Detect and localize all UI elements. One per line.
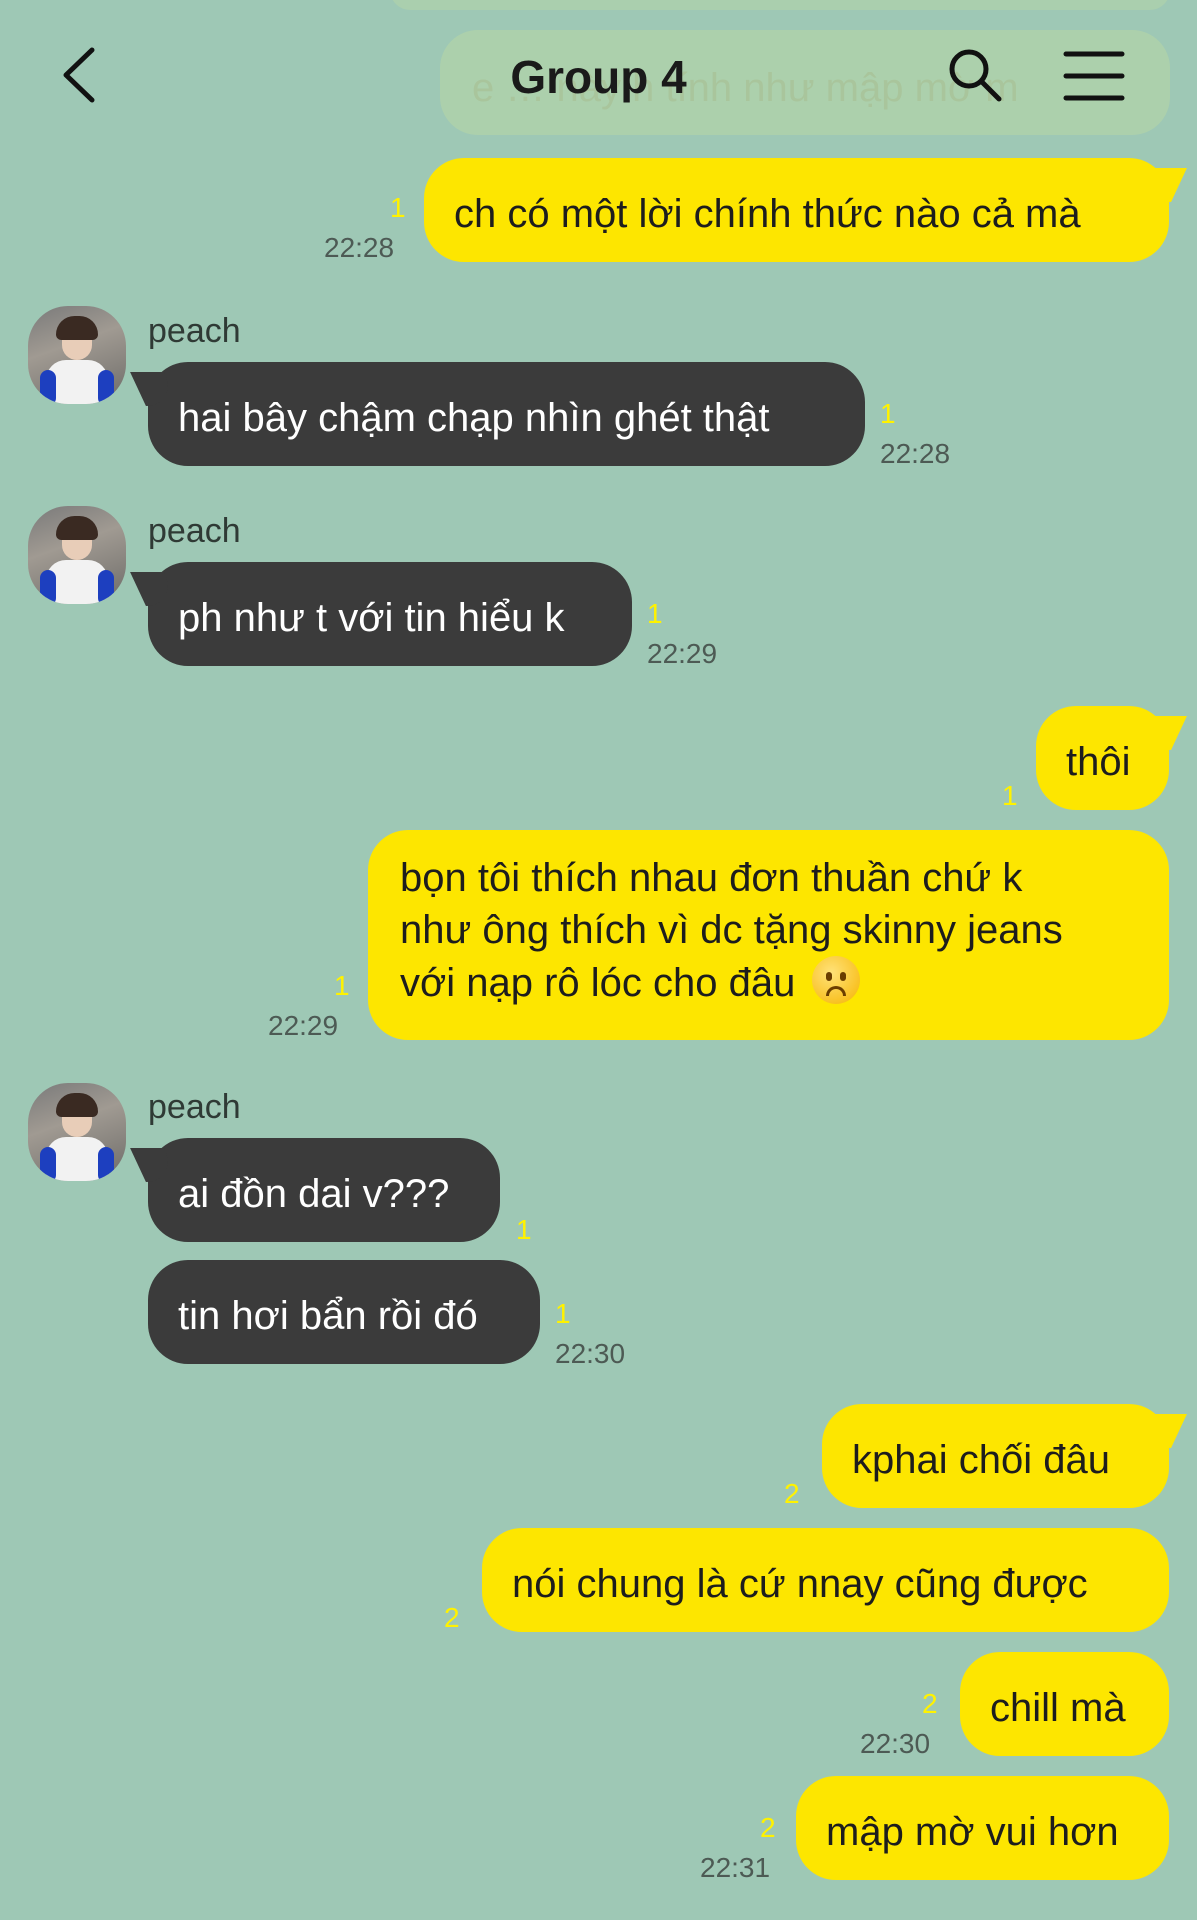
- unread-count: 1: [555, 1298, 571, 1329]
- message-text: thôi: [1066, 740, 1131, 784]
- message-time: 22:31: [700, 1852, 771, 1883]
- avatar[interactable]: [28, 506, 126, 604]
- unread-count: 1: [516, 1214, 532, 1245]
- my-message-bubble[interactable]: bọn tôi thích nhau đơn thuần chứ k như ô…: [368, 830, 1169, 1040]
- frowning-face-emoji-icon: [812, 956, 861, 1004]
- my-message-bubble[interactable]: chill mà: [960, 1652, 1169, 1756]
- unread-count: 1: [334, 970, 350, 1001]
- chat-header: e … này h tính như mập mờ m Group 4: [0, 0, 1197, 155]
- search-button[interactable]: [945, 45, 1005, 105]
- message-time: 22:30: [555, 1338, 626, 1369]
- message-text: chill mà: [990, 1686, 1126, 1730]
- sender-name: peach: [148, 512, 241, 550]
- message-line: với nạp rô lóc cho đâu: [400, 961, 796, 1005]
- message-time: 22:29: [647, 638, 718, 669]
- message-time: 22:28: [880, 438, 951, 469]
- message-text: ph như t với tin hiểu k: [178, 596, 565, 640]
- my-message-bubble[interactable]: thôi: [1036, 706, 1169, 810]
- message-text: nói chung là cứ nnay cũng được: [512, 1562, 1088, 1606]
- their-message-bubble[interactable]: ph như t với tin hiểu k: [148, 562, 632, 666]
- their-message-bubble[interactable]: hai bây chậm chạp nhìn ghét thật: [148, 362, 865, 466]
- unread-count: 1: [1002, 780, 1018, 811]
- message-time: 22:30: [860, 1728, 931, 1759]
- unread-count: 1: [647, 598, 663, 629]
- unread-count: 1: [880, 398, 896, 429]
- my-message-bubble[interactable]: nói chung là cứ nnay cũng được: [482, 1528, 1169, 1632]
- message-text: kphai chối đâu: [852, 1438, 1110, 1482]
- hamburger-menu-icon: [1063, 51, 1125, 101]
- unread-count: 2: [760, 1812, 776, 1843]
- sender-name: peach: [148, 312, 241, 350]
- message-text: ai đồn dai v???: [178, 1172, 450, 1216]
- message-time: 22:29: [268, 1010, 339, 1041]
- unread-count: 2: [922, 1688, 938, 1719]
- unread-count: 2: [784, 1478, 800, 1509]
- search-icon: [949, 49, 1002, 102]
- sender-name: peach: [148, 1088, 241, 1126]
- avatar[interactable]: [28, 306, 126, 404]
- message-text: ch có một lời chính thức nào cả mà: [454, 192, 1081, 236]
- message-text: tin hơi bẩn rồi đó: [178, 1294, 478, 1338]
- unread-count: 1: [390, 192, 406, 223]
- their-message-bubble[interactable]: tin hơi bẩn rồi đó: [148, 1260, 540, 1364]
- my-message-bubble[interactable]: ch có một lời chính thức nào cả mà: [424, 158, 1169, 262]
- my-message-bubble[interactable]: mập mờ vui hơn: [796, 1776, 1169, 1880]
- their-message-bubble[interactable]: ai đồn dai v???: [148, 1138, 500, 1242]
- message-time: 22:28: [324, 232, 395, 263]
- scrolled-message-top: [390, 0, 1170, 10]
- message-text: mập mờ vui hơn: [826, 1810, 1119, 1854]
- unread-count: 2: [444, 1602, 460, 1633]
- message-text: hai bây chậm chạp nhìn ghét thật: [178, 396, 770, 440]
- my-message-bubble[interactable]: kphai chối đâu: [822, 1404, 1169, 1508]
- chat-title: Group 4: [510, 51, 687, 103]
- menu-button[interactable]: [1062, 48, 1126, 104]
- message-line: bọn tôi thích nhau đơn thuần chứ k: [400, 856, 1023, 900]
- avatar[interactable]: [28, 1083, 126, 1181]
- message-line: như ông thích vì dc tặng skinny jeans: [400, 908, 1063, 952]
